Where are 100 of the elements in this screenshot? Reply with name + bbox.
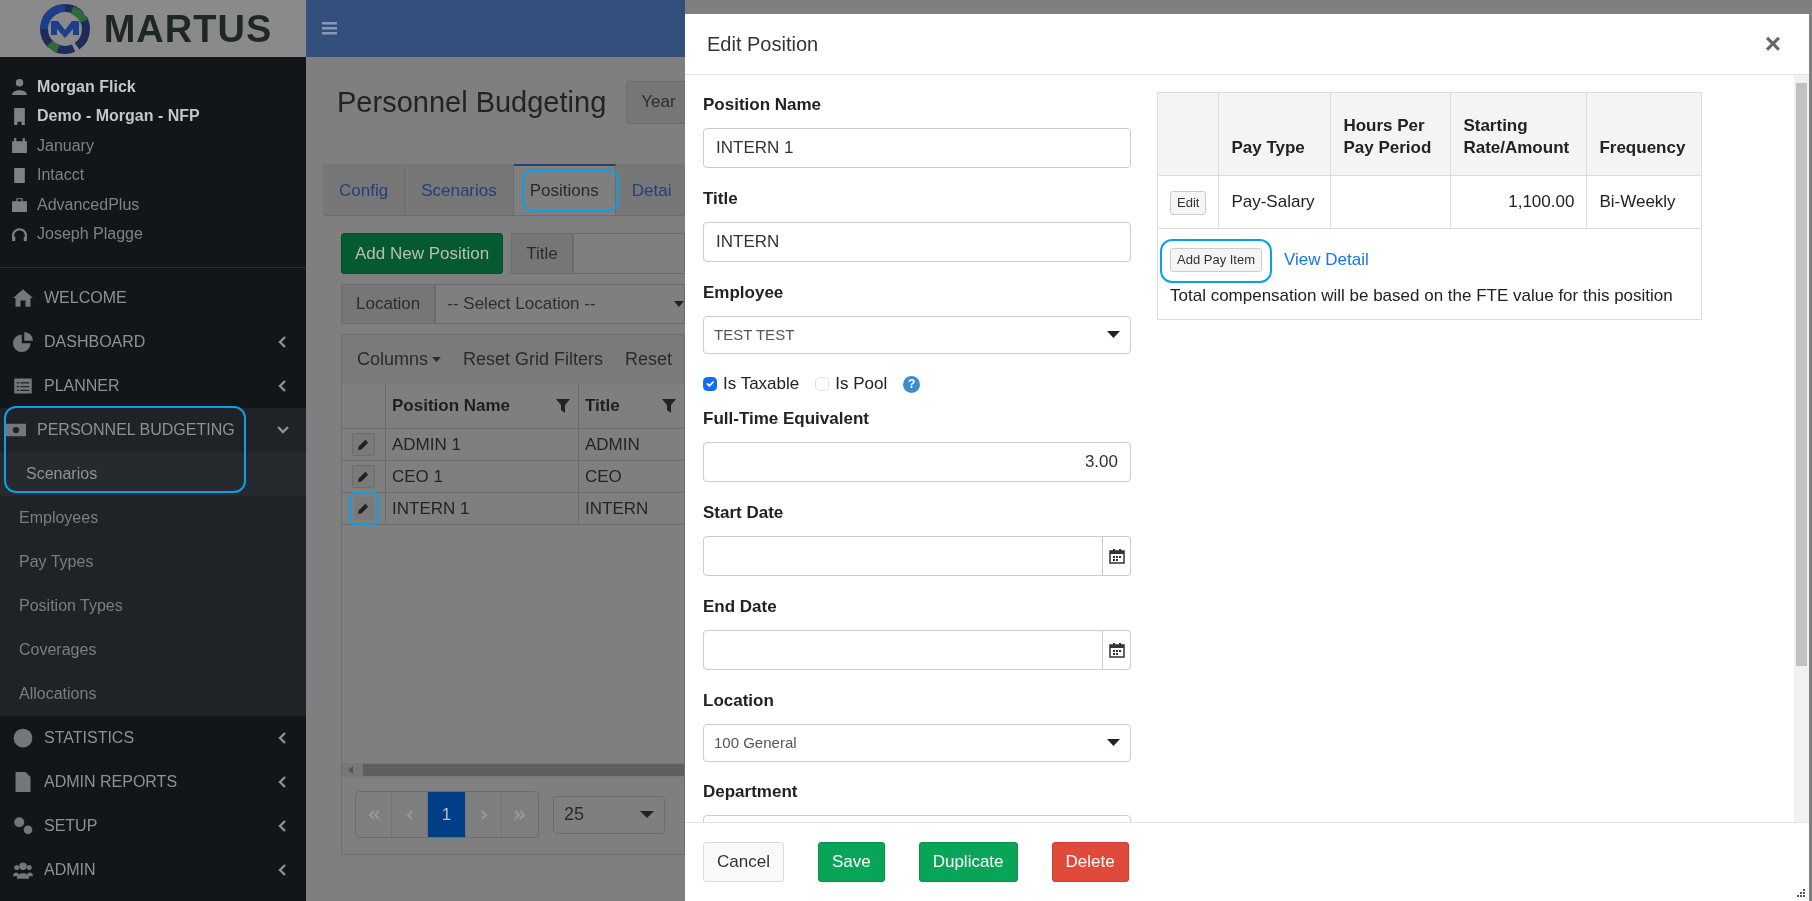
sidebar-item[interactable]: DASHBOARD: [0, 320, 306, 364]
edit-button[interactable]: [352, 433, 375, 456]
field-label: Department: [703, 782, 799, 802]
briefcase-icon: [11, 196, 28, 214]
submenu-item[interactable]: Pay Types: [0, 540, 306, 584]
tab[interactable]: Positions: [513, 164, 616, 215]
input-field[interactable]: 3.00: [703, 442, 1131, 482]
filter-icon: [662, 399, 676, 413]
logo-text: MARTUS: [103, 9, 273, 48]
select-field[interactable]: TEST TEST: [703, 316, 1131, 354]
add-position-button[interactable]: Add New Position: [341, 233, 504, 274]
building-icon: [11, 107, 28, 125]
page-size-select[interactable]: 25: [553, 795, 665, 834]
calendar-icon: [1108, 642, 1125, 658]
column-header: Hours Per Pay Period: [1330, 92, 1451, 176]
menu-icon: [322, 22, 337, 35]
filter-icon: [556, 399, 570, 413]
input-field[interactable]: INTERN: [703, 222, 1131, 262]
field-label: Title: [703, 189, 739, 209]
add-pay-item-button[interactable]: Add Pay Item: [1170, 248, 1263, 272]
caret-down-icon: [674, 300, 684, 308]
user-info-row: January: [0, 131, 306, 161]
toolbar-button[interactable]: Columns: [357, 346, 442, 373]
field-label: Full-Time Equivalent: [703, 409, 870, 429]
dialog-button[interactable]: Delete: [1051, 842, 1129, 882]
user-info-row: Intacct: [0, 160, 306, 190]
select-field[interactable]: 100 General: [703, 724, 1131, 762]
date-field[interactable]: [703, 630, 1103, 670]
sidebar-item[interactable]: ADMIN: [0, 848, 306, 892]
sidebar-item[interactable]: SETUP: [0, 804, 306, 848]
sidebar-item-label: SETUP: [44, 816, 99, 836]
user-info-row: Demo - Morgan - NFP: [0, 101, 306, 131]
submenu-item[interactable]: Position Types: [0, 584, 306, 628]
submenu-item[interactable]: Allocations: [0, 672, 306, 716]
calendar-button[interactable]: [1103, 630, 1131, 670]
caret-down-icon: [640, 810, 654, 819]
list-icon: [13, 376, 33, 396]
column-header: Pay Type: [1218, 92, 1331, 176]
checkbox-label: Is Taxable: [723, 373, 800, 396]
sidebar-item[interactable]: PERSONNEL BUDGETING: [0, 408, 306, 452]
dialog-button[interactable]: Duplicate: [918, 842, 1018, 882]
dialog-title: Edit Position: [707, 32, 819, 56]
location-label: Location: [341, 284, 436, 324]
submenu-item[interactable]: Employees: [0, 496, 306, 540]
pencil-icon: [357, 470, 370, 483]
table-cell: Pay-Salary: [1218, 175, 1331, 229]
table-cell: INTERN 1: [386, 493, 579, 524]
field-label: Start Date: [703, 503, 785, 523]
date-field[interactable]: [703, 536, 1103, 576]
table-cell: Bi-Weekly: [1586, 175, 1702, 229]
sidebar-item[interactable]: WELCOME: [0, 276, 306, 320]
sidebar-item-label: WELCOME: [44, 288, 128, 308]
resize-grip-icon: [1795, 887, 1805, 897]
page-button[interactable]: 1: [428, 792, 466, 837]
sidebar-item[interactable]: ADMIN REPORTS: [0, 760, 306, 804]
book-icon: [11, 166, 28, 184]
title-filter-field[interactable]: [572, 233, 685, 274]
toolbar-button[interactable]: Reset: [625, 346, 673, 373]
user-info-row: Morgan Flick: [0, 72, 306, 102]
dialog-button[interactable]: Save: [817, 842, 885, 882]
edit-button[interactable]: Edit: [1170, 191, 1207, 215]
location-select[interactable]: -- Select Location --: [435, 284, 685, 324]
sidebar-item[interactable]: STATISTICS: [0, 716, 306, 760]
pencil-icon: [357, 438, 370, 451]
scrollbar-thumb[interactable]: [1796, 83, 1807, 666]
headset-icon: [11, 225, 28, 243]
calendar-icon: [11, 137, 28, 155]
document-icon: [13, 772, 33, 792]
help-icon[interactable]: ?: [903, 375, 921, 393]
sidebar-item-label: PERSONNEL BUDGETING: [37, 420, 236, 440]
table-cell-text: INTERN: [584, 497, 650, 520]
table-cell: 1,100.00: [1450, 175, 1587, 229]
column-header: Starting Rate/Amount: [1450, 92, 1587, 176]
scroll-left-icon: [348, 766, 354, 774]
field-label: Location: [703, 691, 775, 711]
pencil-icon: [357, 502, 370, 515]
field-label: Employee: [703, 283, 785, 303]
user-info-row: AdvancedPlus: [0, 190, 306, 220]
scrollbar-thumb[interactable]: [363, 764, 684, 776]
close-button[interactable]: ×: [1758, 30, 1787, 58]
dialog-button[interactable]: Cancel: [703, 842, 784, 882]
column-header: Frequency: [1586, 92, 1702, 176]
page-title: Personnel Budgeting: [337, 84, 607, 120]
table-cell: ADMIN 1: [386, 429, 579, 460]
sidebar-item[interactable]: PLANNER: [0, 364, 306, 408]
home-icon: [13, 288, 33, 308]
submenu-item[interactable]: Scenarios: [0, 452, 306, 496]
input-field[interactable]: INTERN 1: [703, 128, 1131, 168]
edit-button[interactable]: [348, 492, 379, 525]
column-header: Title: [585, 395, 620, 418]
checkbox[interactable]: [703, 377, 717, 391]
view-detail-link[interactable]: View Detail: [1284, 247, 1369, 273]
checkbox-label: Is Pool: [835, 373, 888, 396]
toolbar-button[interactable]: Reset Grid Filters: [463, 346, 604, 373]
submenu-item[interactable]: Coverages: [0, 628, 306, 672]
caret-down-icon: [432, 356, 442, 363]
edit-button[interactable]: [352, 465, 375, 488]
sidebar-item-label: ADMIN: [44, 860, 97, 880]
first-page-icon: [367, 808, 380, 821]
calendar-button[interactable]: [1103, 536, 1131, 576]
